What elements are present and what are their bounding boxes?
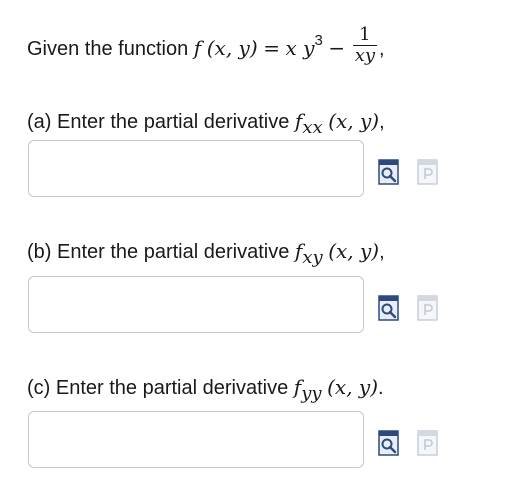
fraction-denominator: xy <box>352 45 378 66</box>
part-a-subscript: xx <box>302 117 323 138</box>
part-b-args: (x, y) <box>328 239 380 263</box>
term-xy: x y <box>285 35 315 60</box>
part-c-answer-input[interactable] <box>29 412 363 467</box>
part-a-end: , <box>379 111 385 133</box>
part-b-answer-input[interactable] <box>29 277 363 332</box>
function-definition: Given the function f (x, y) = x y3 − 1 x… <box>27 25 385 70</box>
paste-icon[interactable] <box>417 295 439 321</box>
part-c-subscript: yy <box>301 383 322 404</box>
fraction-numerator: 1 <box>359 24 371 45</box>
part-b-prompt: (b) Enter the partial derivative fxy (x,… <box>27 238 385 268</box>
part-a-label: (a) Enter the partial derivative <box>27 111 290 133</box>
part-c-answer-field[interactable] <box>28 411 364 468</box>
preview-icon[interactable] <box>378 159 400 185</box>
intro-prefix: Given the function <box>27 37 189 60</box>
intro-suffix: , <box>379 37 385 60</box>
part-c-prompt: (c) Enter the partial derivative fyy (x,… <box>27 374 384 404</box>
part-a-answer-input[interactable] <box>29 141 363 196</box>
paste-icon[interactable] <box>417 159 439 185</box>
minus-sign: − <box>328 35 346 60</box>
part-a-args: (x, y) <box>328 109 380 133</box>
part-c-args: (x, y) <box>327 375 379 399</box>
part-a-prompt: (a) Enter the partial derivative fxx (x,… <box>27 108 385 138</box>
preview-icon[interactable] <box>378 430 400 456</box>
paste-icon[interactable] <box>417 430 439 456</box>
part-b-subscript: xy <box>302 247 323 268</box>
part-b-answer-field[interactable] <box>28 276 364 333</box>
exponent: 3 <box>314 31 323 49</box>
function-args: (x, y) <box>206 35 258 60</box>
function-name: f <box>193 35 202 60</box>
part-a-answer-field[interactable] <box>28 140 364 197</box>
part-c-label: (c) Enter the partial derivative <box>27 377 289 399</box>
part-b-label: (b) Enter the partial derivative <box>27 241 290 263</box>
preview-icon[interactable] <box>378 295 400 321</box>
part-c-end: . <box>378 377 384 399</box>
equals-sign: = <box>263 35 280 60</box>
fraction: 1 xy <box>352 24 378 66</box>
part-b-end: , <box>379 241 385 263</box>
